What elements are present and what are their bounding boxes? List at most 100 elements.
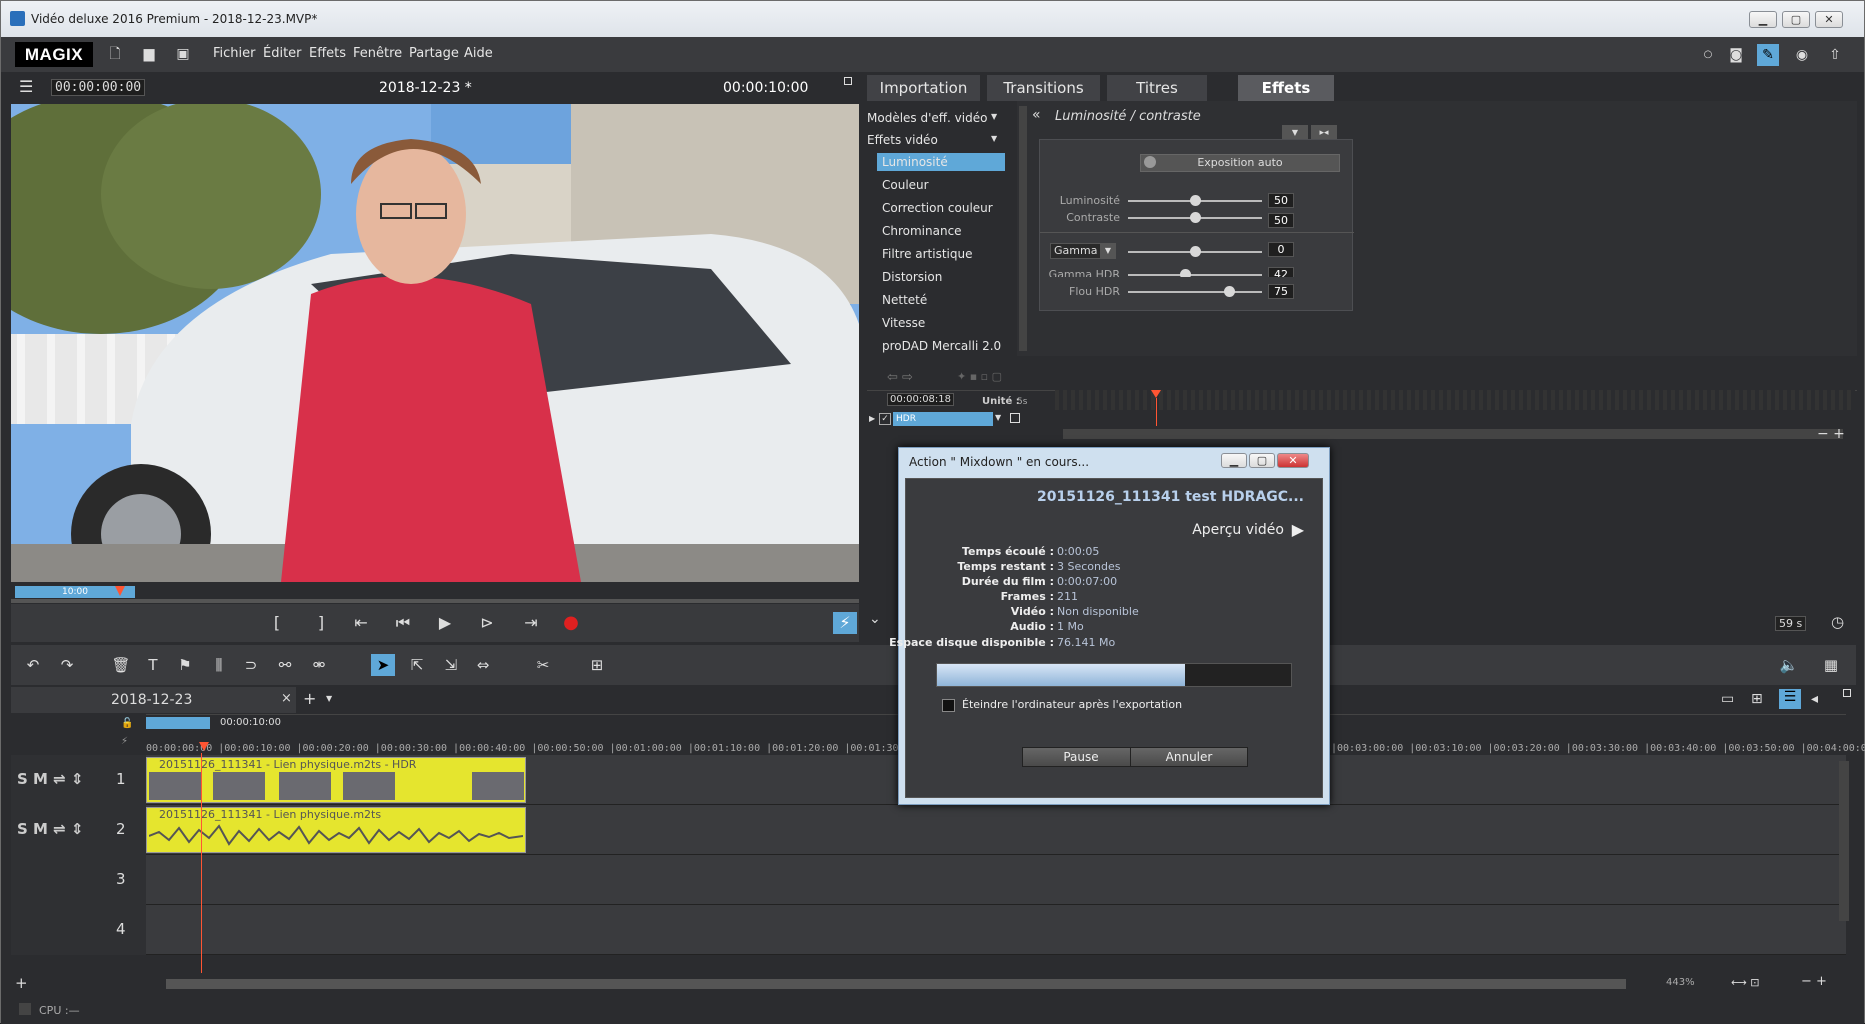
slider-gamma[interactable] <box>1128 246 1262 257</box>
tab-importation[interactable]: Importation <box>867 75 980 101</box>
menu-editer[interactable]: Éditer <box>263 46 302 61</box>
tree-expand-icon[interactable]: ▼ <box>991 134 997 143</box>
open-folder-icon[interactable]: ▆ <box>141 46 157 63</box>
delete-icon[interactable]: 🗑 <box>109 654 133 676</box>
hamburger-menu-icon[interactable]: ☰ <box>19 77 33 96</box>
tree-item-nettete[interactable]: Netteté <box>882 293 927 307</box>
keyframe-playhead[interactable] <box>1151 390 1161 398</box>
maximize-button[interactable]: ▢ <box>1782 11 1810 28</box>
play-range[interactable] <box>146 717 210 729</box>
pause-button[interactable]: Pause <box>1022 747 1140 767</box>
snap-icon[interactable]: ⚡ <box>121 736 128 747</box>
slider-knob[interactable] <box>1190 212 1201 223</box>
auto-exposure-button[interactable]: Exposition auto <box>1140 154 1340 172</box>
tree-item-couleur[interactable]: Couleur <box>882 178 929 192</box>
undock-timeline-icon[interactable] <box>1843 689 1851 697</box>
menu-partage[interactable]: Partage <box>409 46 459 61</box>
mark-in-button[interactable]: [ <box>265 612 289 634</box>
add-tab-icon[interactable]: + <box>303 689 316 708</box>
volume-icon[interactable]: 🔈 <box>1777 654 1801 676</box>
tree-item-vitesse[interactable]: Vitesse <box>882 316 925 330</box>
stretch-tool-icon[interactable]: ⇔ <box>471 654 495 676</box>
tree-item-prodad-mercalli[interactable]: proDAD Mercalli 2.0 <box>882 339 1001 353</box>
tree-group-video-effects[interactable]: Effets vidéo <box>867 133 938 147</box>
timeline-hscroll[interactable]: 443% ⟷ ⊡ − + <box>146 974 1846 992</box>
go-to-end-icon[interactable]: ⇥ <box>519 612 543 634</box>
expand-track-icon[interactable]: ▶ <box>869 414 875 423</box>
slider-knob[interactable] <box>1190 195 1201 206</box>
mixer-icon[interactable]: ▦ <box>1819 654 1843 676</box>
mark-out-button[interactable]: ] <box>309 612 333 634</box>
dot-icon[interactable]: ○ <box>1697 44 1719 66</box>
value-gamma[interactable]: 0 <box>1268 242 1294 257</box>
timeline-playhead[interactable] <box>199 742 209 751</box>
undock-icon[interactable] <box>844 77 852 85</box>
redo-icon[interactable]: ↷ <box>55 654 79 676</box>
keyframe-tools-icons[interactable]: ✦ ▪ ▫ ▢ <box>957 370 1002 383</box>
cancel-button[interactable]: Annuler <box>1130 747 1248 767</box>
disc-icon[interactable]: ◉ <box>1791 44 1813 66</box>
timeline-vscroll[interactable] <box>1839 761 1849 921</box>
play-preview-icon[interactable]: ▶ <box>1292 520 1304 539</box>
keyframe-track-hdr[interactable]: HDR <box>893 412 993 426</box>
zoom-minus-plus-icons[interactable]: − + <box>1817 426 1845 442</box>
dialog-close-button[interactable]: ✕ <box>1277 453 1309 468</box>
lock-icon[interactable]: 🔓 <box>121 718 133 729</box>
save-icon[interactable]: ▣ <box>175 46 191 63</box>
value-flou-hdr[interactable]: 75 <box>1268 284 1294 299</box>
clock-icon[interactable]: ◷ <box>1831 613 1844 631</box>
view-scene-icon[interactable]: ⊞ <box>1751 691 1763 707</box>
add-track-icon[interactable]: + <box>15 974 28 992</box>
link-icon[interactable]: ⚯ <box>273 654 297 676</box>
audio-clip[interactable]: 20151126_111341 - Lien physique.m2ts <box>146 807 526 853</box>
camera-icon[interactable]: ◙ <box>1725 44 1747 66</box>
scrub-playhead[interactable] <box>115 586 125 596</box>
zoom-minus-plus-icons[interactable]: − + <box>1801 974 1827 989</box>
multi-select-icon[interactable]: ⇲ <box>439 654 463 676</box>
marker-flag-icon[interactable]: ⚑ <box>173 654 197 676</box>
title-text-icon[interactable]: T <box>141 654 165 676</box>
view-mixer-icon[interactable]: ◂ <box>1811 691 1818 707</box>
slider-luminosite[interactable] <box>1128 195 1262 206</box>
view-timeline-icon[interactable]: ☰ <box>1779 689 1801 709</box>
new-file-icon[interactable]: 🗋 <box>107 46 123 63</box>
minimize-button[interactable]: ▁ <box>1749 11 1777 28</box>
tree-item-chrominance[interactable]: Chrominance <box>882 224 962 238</box>
next-marker-icon[interactable]: ⊳ <box>475 612 499 634</box>
cut-scissors-icon[interactable]: ✂ <box>531 654 555 676</box>
scrub-track[interactable] <box>11 599 859 603</box>
go-to-start-icon[interactable]: ⇤ <box>349 612 373 634</box>
gamma-select-chevron-icon[interactable]: ▼ <box>1100 243 1116 259</box>
back-chevron-icon[interactable]: « <box>1032 107 1041 123</box>
preview-scrub-bar[interactable]: 10:00 <box>11 582 859 604</box>
shutdown-checkbox[interactable] <box>942 699 955 712</box>
video-clip[interactable]: 20151126_111341 - Lien physique.m2ts - H… <box>146 757 526 803</box>
upload-icon[interactable]: ⇧ <box>1824 44 1846 66</box>
solo-mute-icons[interactable]: S M ⇌ ⇕ <box>17 770 84 788</box>
video-preview[interactable] <box>11 104 859 582</box>
unlink-icon[interactable]: ⚮ <box>307 654 331 676</box>
previous-frame-icon[interactable]: ⏮ <box>391 612 415 634</box>
slider-gamma-hdr[interactable] <box>1128 269 1262 280</box>
range-select-icon[interactable]: ⇱ <box>405 654 429 676</box>
keyframe-ruler[interactable] <box>1055 390 1855 410</box>
keyframe-scrollbar[interactable] <box>1063 429 1843 439</box>
zoom-level[interactable]: 443% <box>1666 977 1695 988</box>
tree-item-distorsion[interactable]: Distorsion <box>882 270 942 284</box>
project-tab[interactable]: 2018-12-23 × <box>11 687 296 713</box>
record-icon[interactable]: ● <box>559 612 583 634</box>
tree-group-templates[interactable]: Modèles d'eff. vidéo <box>867 111 987 125</box>
slider-contraste[interactable] <box>1128 212 1262 223</box>
fit-icons[interactable]: ⟷ ⊡ <box>1731 976 1759 989</box>
tab-titres[interactable]: Titres <box>1107 75 1207 101</box>
menu-fenetre[interactable]: Fenêtre <box>353 46 402 61</box>
tree-scrollbar[interactable] <box>1019 106 1027 351</box>
undo-redo-icons[interactable]: ⇦ ⇨ <box>887 370 913 385</box>
track-settings-icon[interactable] <box>1010 413 1020 423</box>
tree-expand-icon[interactable]: ▼ <box>991 112 997 121</box>
insert-icon[interactable]: ⊞ <box>585 654 609 676</box>
tab-transitions[interactable]: Transitions <box>987 75 1100 101</box>
hscroll-thumb[interactable] <box>166 979 1626 989</box>
menu-fichier[interactable]: Fichier <box>213 46 256 61</box>
value-luminosite[interactable]: 50 <box>1268 193 1294 208</box>
